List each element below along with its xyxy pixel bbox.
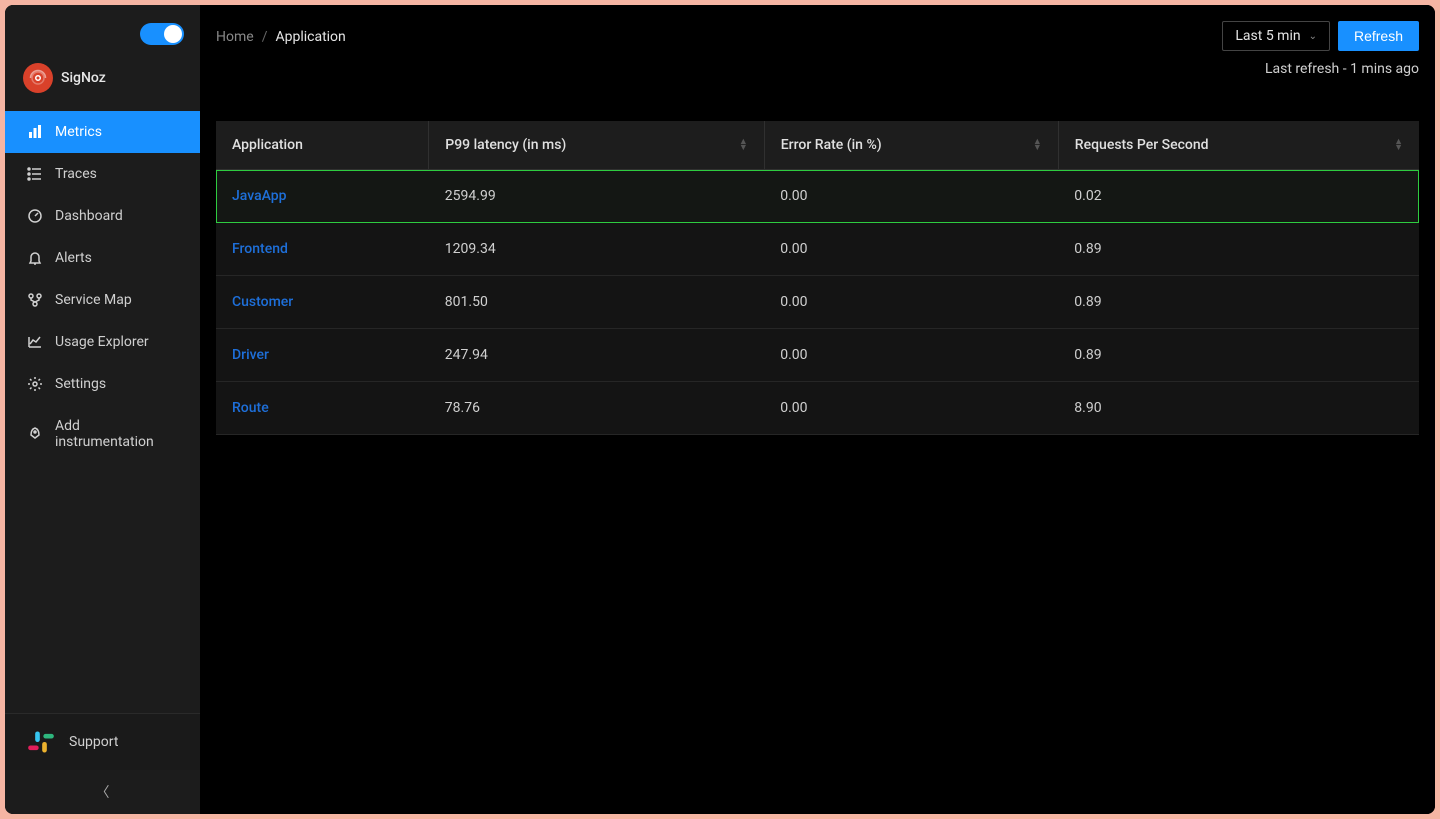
chevron-left-icon: 〈 xyxy=(96,782,110,802)
cell-rps: 0.89 xyxy=(1058,276,1419,329)
cell-p99: 78.76 xyxy=(429,382,764,435)
cell-error-rate: 0.00 xyxy=(764,276,1058,329)
brand-name: SigNoz xyxy=(61,70,106,86)
breadcrumb-home[interactable]: Home xyxy=(216,29,254,45)
col-error-rate[interactable]: Error Rate (in %) ▲▼ xyxy=(764,121,1058,170)
slack-icon xyxy=(27,728,55,756)
chevron-down-icon: ⌄ xyxy=(1309,31,1317,42)
nav-label: Settings xyxy=(55,376,106,392)
sidebar-item-service-map[interactable]: Service Map xyxy=(5,279,200,321)
application-link[interactable]: Driver xyxy=(232,347,269,363)
last-refresh-text: Last refresh - 1 mins ago xyxy=(1265,61,1419,77)
time-range-select[interactable]: Last 5 min ⌄ xyxy=(1222,21,1330,51)
col-p99[interactable]: P99 latency (in ms) ▲▼ xyxy=(429,121,764,170)
line-chart-icon xyxy=(27,334,43,350)
table-row[interactable]: Driver 247.940.000.89 xyxy=(216,329,1419,382)
time-range-value: Last 5 min xyxy=(1235,28,1300,44)
theme-toggle[interactable] xyxy=(140,23,184,45)
nav-label: Traces xyxy=(55,166,97,182)
cell-error-rate: 0.00 xyxy=(764,382,1058,435)
ordered-list-icon xyxy=(27,166,43,182)
breadcrumb: Home / Application xyxy=(216,21,346,45)
sidebar-item-add-instrumentation[interactable]: Add instrumentation xyxy=(5,405,200,463)
breadcrumb-separator: / xyxy=(262,29,268,45)
col-error-rate-label: Error Rate (in %) xyxy=(781,137,882,153)
dashboard-icon xyxy=(27,208,43,224)
sidebar-item-traces[interactable]: Traces xyxy=(5,153,200,195)
cell-rps: 0.89 xyxy=(1058,329,1419,382)
applications-table-wrap: Application P99 latency (in ms) ▲▼ Error… xyxy=(216,121,1419,435)
collapse-sidebar-button[interactable]: 〈 xyxy=(5,770,200,814)
bell-icon xyxy=(27,250,43,266)
application-link[interactable]: Frontend xyxy=(232,241,288,257)
sidebar-item-usage-explorer[interactable]: Usage Explorer xyxy=(5,321,200,363)
sort-icon: ▲▼ xyxy=(1394,139,1403,151)
bar-chart-icon xyxy=(27,124,43,140)
breadcrumb-current: Application xyxy=(275,29,345,45)
controls-row: Last 5 min ⌄ Refresh xyxy=(1222,21,1419,51)
sidebar-item-alerts[interactable]: Alerts xyxy=(5,237,200,279)
col-application-label: Application xyxy=(232,137,303,153)
nav-label: Alerts xyxy=(55,250,92,266)
nav-list: Metrics Traces Dashboard Alerts Service Map U… xyxy=(5,111,200,713)
services-icon xyxy=(27,292,43,308)
logo-icon xyxy=(23,63,53,93)
cell-p99: 801.50 xyxy=(429,276,764,329)
table-row[interactable]: Route 78.760.008.90 xyxy=(216,382,1419,435)
nav-label: Add instrumentation xyxy=(55,418,178,450)
nav-label: Metrics xyxy=(55,124,102,140)
cell-p99: 1209.34 xyxy=(429,223,764,276)
cell-error-rate: 0.00 xyxy=(764,170,1058,223)
refresh-button[interactable]: Refresh xyxy=(1338,21,1419,51)
col-rps-label: Requests Per Second xyxy=(1075,137,1209,153)
nav-label: Dashboard xyxy=(55,208,123,224)
application-link[interactable]: Customer xyxy=(232,294,293,310)
cell-p99: 2594.99 xyxy=(429,170,764,223)
toggle-knob xyxy=(164,25,182,43)
sidebar-item-metrics[interactable]: Metrics xyxy=(5,111,200,153)
table-row[interactable]: Customer 801.500.000.89 xyxy=(216,276,1419,329)
sidebar-item-dashboard[interactable]: Dashboard xyxy=(5,195,200,237)
top-controls: Last 5 min ⌄ Refresh Last refresh - 1 mi… xyxy=(1222,21,1419,77)
main-content: Home / Application Last 5 min ⌄ Refresh … xyxy=(200,5,1435,814)
cell-error-rate: 0.00 xyxy=(764,223,1058,276)
rocket-icon xyxy=(27,426,43,442)
cell-error-rate: 0.00 xyxy=(764,329,1058,382)
nav-label: Usage Explorer xyxy=(55,334,149,350)
cell-rps: 0.02 xyxy=(1058,170,1419,223)
table-header-row: Application P99 latency (in ms) ▲▼ Error… xyxy=(216,121,1419,170)
cell-p99: 247.94 xyxy=(429,329,764,382)
gear-icon xyxy=(27,376,43,392)
sidebar-top xyxy=(5,5,200,53)
table-row[interactable]: JavaApp 2594.990.000.02 xyxy=(216,170,1419,223)
applications-table: Application P99 latency (in ms) ▲▼ Error… xyxy=(216,121,1419,435)
support-button[interactable]: Support xyxy=(5,713,200,770)
support-label: Support xyxy=(69,734,118,750)
table-body: JavaApp2594.990.000.02Frontend1209.340.0… xyxy=(216,170,1419,435)
sidebar: SigNoz Metrics Traces Dashboard Alerts Servi… xyxy=(5,5,200,814)
cell-rps: 8.90 xyxy=(1058,382,1419,435)
sidebar-item-settings[interactable]: Settings xyxy=(5,363,200,405)
col-rps[interactable]: Requests Per Second ▲▼ xyxy=(1058,121,1419,170)
nav-label: Service Map xyxy=(55,292,132,308)
col-p99-label: P99 latency (in ms) xyxy=(445,137,566,153)
sort-icon: ▲▼ xyxy=(1033,139,1042,151)
application-link[interactable]: JavaApp xyxy=(232,188,287,204)
col-application[interactable]: Application xyxy=(216,121,429,170)
cell-rps: 0.89 xyxy=(1058,223,1419,276)
application-link[interactable]: Route xyxy=(232,400,269,416)
table-row[interactable]: Frontend 1209.340.000.89 xyxy=(216,223,1419,276)
logo-section[interactable]: SigNoz xyxy=(5,53,200,111)
sort-icon: ▲▼ xyxy=(739,139,748,151)
topbar: Home / Application Last 5 min ⌄ Refresh … xyxy=(216,21,1419,77)
app-root: SigNoz Metrics Traces Dashboard Alerts Servi… xyxy=(5,5,1435,814)
